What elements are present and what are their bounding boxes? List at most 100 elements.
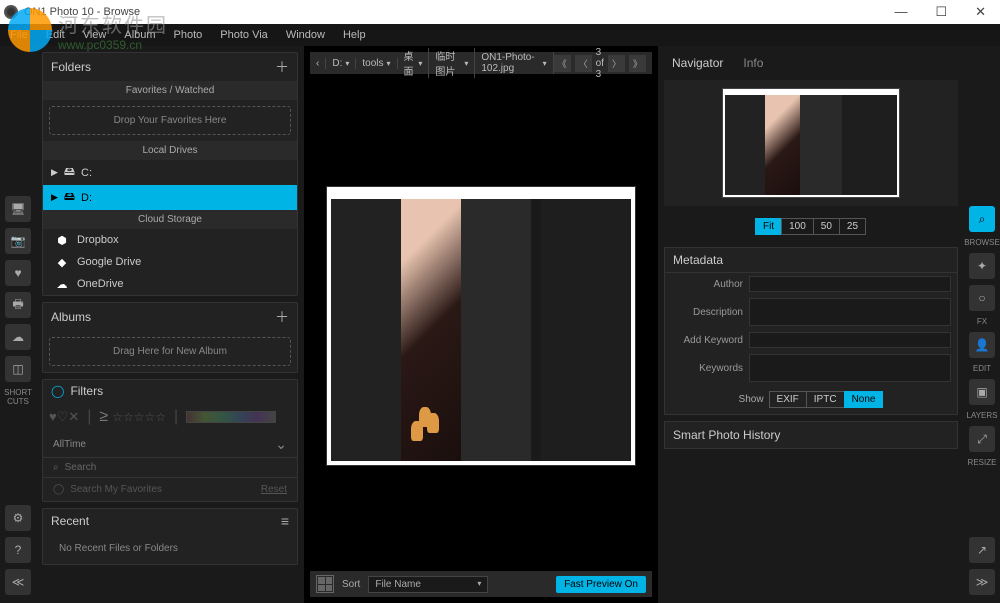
heart-filters[interactable]: ♥♡✕ bbox=[49, 409, 79, 425]
author-input[interactable] bbox=[749, 276, 951, 292]
menu-help[interactable]: Help bbox=[343, 29, 366, 41]
star-filter[interactable]: ☆☆☆☆☆ bbox=[112, 410, 166, 424]
collapse-left-icon[interactable]: ≪ bbox=[5, 569, 31, 595]
resize-tool-icon[interactable]: ⤢ bbox=[969, 426, 995, 452]
dropbox-icon: ⬢ bbox=[55, 233, 69, 247]
layers-tool-icon[interactable]: ▣ bbox=[969, 379, 995, 405]
fav-toggle-icon[interactable]: ◯ bbox=[53, 484, 64, 495]
drive-c[interactable]: ▶🖴C: bbox=[43, 160, 297, 185]
albums-add[interactable]: ＋ bbox=[275, 307, 289, 327]
cloud-gdrive[interactable]: ◆Google Drive bbox=[43, 251, 297, 273]
expand-icon[interactable]: ▶ bbox=[51, 167, 58, 178]
drive-d-label: D: bbox=[81, 192, 92, 204]
expand-icon[interactable]: ▶ bbox=[51, 192, 58, 203]
fx-tool-icon[interactable]: ○ bbox=[969, 285, 995, 311]
tab-navigator[interactable]: Navigator bbox=[672, 56, 723, 70]
tab-info[interactable]: Info bbox=[743, 56, 763, 70]
printer-icon[interactable]: 🖶 bbox=[5, 292, 31, 318]
right-toolcol: ⌕ BROWSE ✦ ○ FX 👤 EDIT ▣ LAYERS ⤢ RESIZE… bbox=[964, 46, 1000, 603]
zoom-fit[interactable]: Fit bbox=[755, 218, 782, 235]
navigator-thumb[interactable] bbox=[664, 80, 958, 206]
show-none[interactable]: None bbox=[844, 391, 884, 408]
zoom-25[interactable]: 25 bbox=[839, 218, 866, 235]
history-title: Smart Photo History bbox=[673, 428, 780, 442]
share-icon[interactable]: ↗ bbox=[969, 537, 995, 563]
edit-label: EDIT bbox=[969, 364, 995, 373]
show-iptc[interactable]: IPTC bbox=[806, 391, 845, 408]
cloud-onedrive[interactable]: ☁OneDrive bbox=[43, 273, 297, 295]
zoom-100[interactable]: 100 bbox=[781, 218, 814, 235]
show-label: Show bbox=[739, 394, 764, 405]
layers-label: LAYERS bbox=[969, 411, 995, 420]
fast-preview-button[interactable]: Fast Preview On bbox=[556, 576, 646, 593]
wand-tool-icon[interactable]: ✦ bbox=[969, 253, 995, 279]
bc-back[interactable]: ‹ bbox=[310, 58, 326, 69]
search-favorites[interactable]: Search My Favorites bbox=[70, 484, 162, 495]
desc-input[interactable] bbox=[749, 298, 951, 326]
filter-toggle-icon[interactable]: ◯ bbox=[51, 384, 64, 398]
camera-icon[interactable]: 📷 bbox=[5, 228, 31, 254]
right-panel: Navigator Info Fit 100 50 25 Metadata Au… bbox=[658, 46, 964, 603]
menu-photovia[interactable]: Photo Via bbox=[220, 29, 268, 41]
counter: 3 of 3 bbox=[596, 47, 604, 80]
drive-d[interactable]: ▶🖴D: bbox=[43, 185, 297, 210]
maximize-button[interactable]: ☐ bbox=[935, 4, 947, 20]
cloud-icon[interactable]: ☁ bbox=[5, 324, 31, 350]
nav-last[interactable]: 》 bbox=[629, 55, 646, 72]
nav-first[interactable]: 《 bbox=[554, 55, 571, 72]
folders-title: Folders bbox=[51, 60, 91, 74]
local-drives-header: Local Drives bbox=[43, 141, 297, 160]
browse-tool-icon[interactable]: ⌕ bbox=[969, 206, 995, 232]
gdrive-icon: ◆ bbox=[55, 255, 69, 269]
bc-d[interactable]: D:▾ bbox=[326, 58, 356, 69]
bottom-bar: Sort File Name ▾ Fast Preview On bbox=[310, 571, 652, 597]
menu-edit[interactable]: Edit bbox=[46, 29, 65, 41]
onedrive-icon: ☁ bbox=[55, 277, 69, 291]
minimize-button[interactable]: — bbox=[894, 4, 907, 20]
menu-window[interactable]: Window bbox=[286, 29, 325, 41]
collapse-right-icon[interactable]: ≫ bbox=[969, 569, 995, 595]
color-filter[interactable] bbox=[186, 411, 276, 423]
close-button[interactable]: ✕ bbox=[975, 4, 986, 20]
folders-section: Folders＋ Favorites / Watched Drop Your F… bbox=[42, 52, 298, 296]
time-filter[interactable]: AllTime bbox=[53, 439, 86, 450]
bc-desktop[interactable]: 桌面▾ bbox=[398, 48, 430, 78]
menu-album[interactable]: Album bbox=[124, 29, 155, 41]
favorites-dropzone[interactable]: Drop Your Favorites Here bbox=[49, 106, 291, 135]
history-panel: Smart Photo History bbox=[664, 421, 958, 449]
edit-tool-icon[interactable]: 👤 bbox=[969, 332, 995, 358]
cloud-header: Cloud Storage bbox=[43, 210, 297, 229]
menubar: File Edit View Album Photo Photo Via Win… bbox=[0, 24, 1000, 46]
author-label: Author bbox=[671, 279, 743, 290]
search-input[interactable]: Search bbox=[65, 462, 97, 473]
kw-input[interactable] bbox=[749, 354, 951, 382]
menu-view[interactable]: View bbox=[83, 29, 107, 41]
menu-file[interactable]: File bbox=[10, 29, 28, 41]
bc-file[interactable]: ON1-Photo-102.jpg▾ bbox=[475, 52, 553, 74]
image-viewer[interactable] bbox=[304, 80, 658, 571]
zoom-50[interactable]: 50 bbox=[813, 218, 840, 235]
browse-label: BROWSE bbox=[969, 238, 995, 247]
monitor-icon[interactable]: 🖥 bbox=[5, 196, 31, 222]
albums-dropzone[interactable]: Drag Here for New Album bbox=[49, 337, 291, 366]
grid-view-icon[interactable] bbox=[316, 575, 334, 593]
shortcuts-icon[interactable]: ◫ bbox=[5, 356, 31, 382]
cloud-dropbox[interactable]: ⬢Dropbox bbox=[43, 229, 297, 251]
heart-icon[interactable]: ♥ bbox=[5, 260, 31, 286]
folders-add[interactable]: ＋ bbox=[275, 57, 289, 77]
titlebar: ON1 Photo 10 - Browse — ☐ ✕ bbox=[0, 0, 1000, 24]
sort-select[interactable]: File Name ▾ bbox=[368, 576, 488, 593]
nav-prev[interactable]: 〈 bbox=[575, 55, 592, 72]
nav-next[interactable]: 〉 bbox=[608, 55, 625, 72]
help-icon[interactable]: ? bbox=[5, 537, 31, 563]
menu-photo[interactable]: Photo bbox=[174, 29, 203, 41]
recent-menu-icon[interactable]: ≡ bbox=[281, 513, 289, 529]
chevron-down-icon[interactable]: ⌄ bbox=[275, 436, 287, 453]
reset-button[interactable]: Reset bbox=[261, 484, 287, 495]
show-exif[interactable]: EXIF bbox=[769, 391, 807, 408]
addkw-input[interactable] bbox=[749, 332, 951, 348]
shortcuts-label: SHORT CUTS bbox=[5, 388, 31, 406]
settings-icon[interactable]: ⚙ bbox=[5, 505, 31, 531]
bc-tempimg[interactable]: 临时图片▾ bbox=[429, 48, 475, 78]
bc-tools[interactable]: tools▾ bbox=[356, 58, 397, 69]
